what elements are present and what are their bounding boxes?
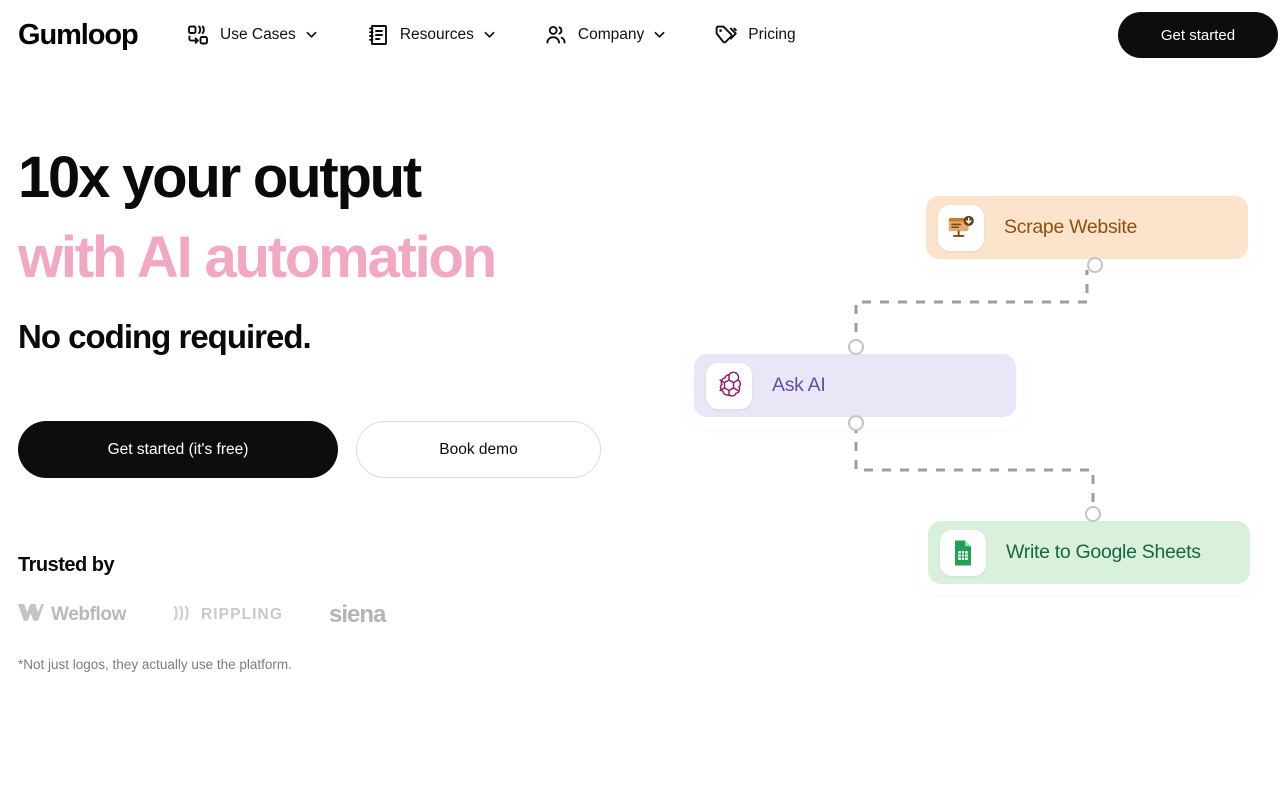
rippling-mark-icon (172, 605, 194, 626)
logo-siena: siena (328, 601, 386, 629)
hero-subheading: No coding required. (18, 318, 312, 355)
workflow-icon (186, 23, 210, 47)
node-label-write-google-sheets: Write to Google Sheets (1006, 541, 1201, 563)
workflow-node-ask-ai[interactable]: Ask AI (688, 339, 1022, 431)
nav-label-company: Company (577, 25, 645, 43)
hero-cta-row: Get started (it's free) Book demo (18, 421, 638, 478)
workflow-canvas: Scrape Website Ask AI Write to Google Sh… (660, 150, 1280, 630)
logo-rippling: RIPPLING (172, 605, 283, 626)
hero-heading-line2: with AI automation (18, 225, 497, 290)
top-navbar: Gumloop Use Cases Resources Company Pric… (0, 0, 1288, 69)
node-body: Scrape Website (926, 196, 1248, 259)
workflow-node-scrape-website[interactable]: Scrape Website (920, 190, 1254, 273)
nav-item-use-cases[interactable]: Use Cases (176, 13, 328, 57)
google-sheets-icon (940, 529, 986, 576)
brand-logo[interactable]: Gumloop (18, 19, 139, 51)
nav-label-use-cases: Use Cases (220, 25, 296, 43)
node-output-port-askai[interactable] (848, 415, 864, 431)
nav-item-pricing[interactable]: Pricing (704, 13, 805, 57)
chevron-down-icon (653, 28, 666, 41)
hero-heading-line1: 10x your output (18, 145, 422, 210)
nav-item-resources[interactable]: Resources (356, 13, 506, 57)
nav-label-pricing: Pricing (748, 25, 796, 43)
node-body: Ask AI (694, 354, 1016, 417)
logo-webflow: Webflow (18, 604, 126, 626)
tag-icon (714, 23, 738, 47)
openai-icon (706, 362, 752, 409)
trusted-by-footnote: *Not just logos, they actually use the p… (18, 657, 292, 672)
node-label-scrape-website: Scrape Website (1004, 216, 1138, 238)
book-icon (366, 23, 390, 47)
node-label-ask-ai: Ask AI (772, 374, 826, 396)
chevron-down-icon (483, 28, 496, 41)
nav-links: Use Cases Resources Company Pricing (176, 0, 806, 69)
hero-section: 10x your output with AI automation No co… (18, 138, 638, 672)
siena-wordmark: siena (328, 601, 386, 628)
node-input-port-sheets[interactable] (1085, 506, 1101, 522)
get-started-free-button[interactable]: Get started (it's free) (18, 421, 338, 478)
chevron-down-icon (305, 28, 318, 41)
node-body: Write to Google Sheets (928, 521, 1250, 584)
node-output-port-scrape[interactable] (1087, 257, 1103, 273)
webflow-wordmark: Webflow (51, 604, 126, 625)
people-icon (544, 23, 568, 47)
workflow-node-write-google-sheets[interactable]: Write to Google Sheets (922, 506, 1256, 590)
nav-item-company[interactable]: Company (534, 13, 676, 57)
nav-get-started-button[interactable]: Get started (1118, 12, 1278, 58)
nav-label-resources: Resources (399, 25, 474, 43)
trusted-by-title: Trusted by (18, 554, 115, 576)
webflow-mark-icon (18, 604, 44, 626)
monitor-download-icon (938, 204, 984, 251)
page-title: 10x your output with AI automation (18, 138, 638, 298)
node-input-port-askai[interactable] (848, 339, 864, 355)
book-demo-button[interactable]: Book demo (356, 421, 601, 478)
rippling-wordmark: RIPPLING (200, 606, 283, 623)
trusted-by-logos: Webflow RIPPLING siena (18, 601, 638, 629)
